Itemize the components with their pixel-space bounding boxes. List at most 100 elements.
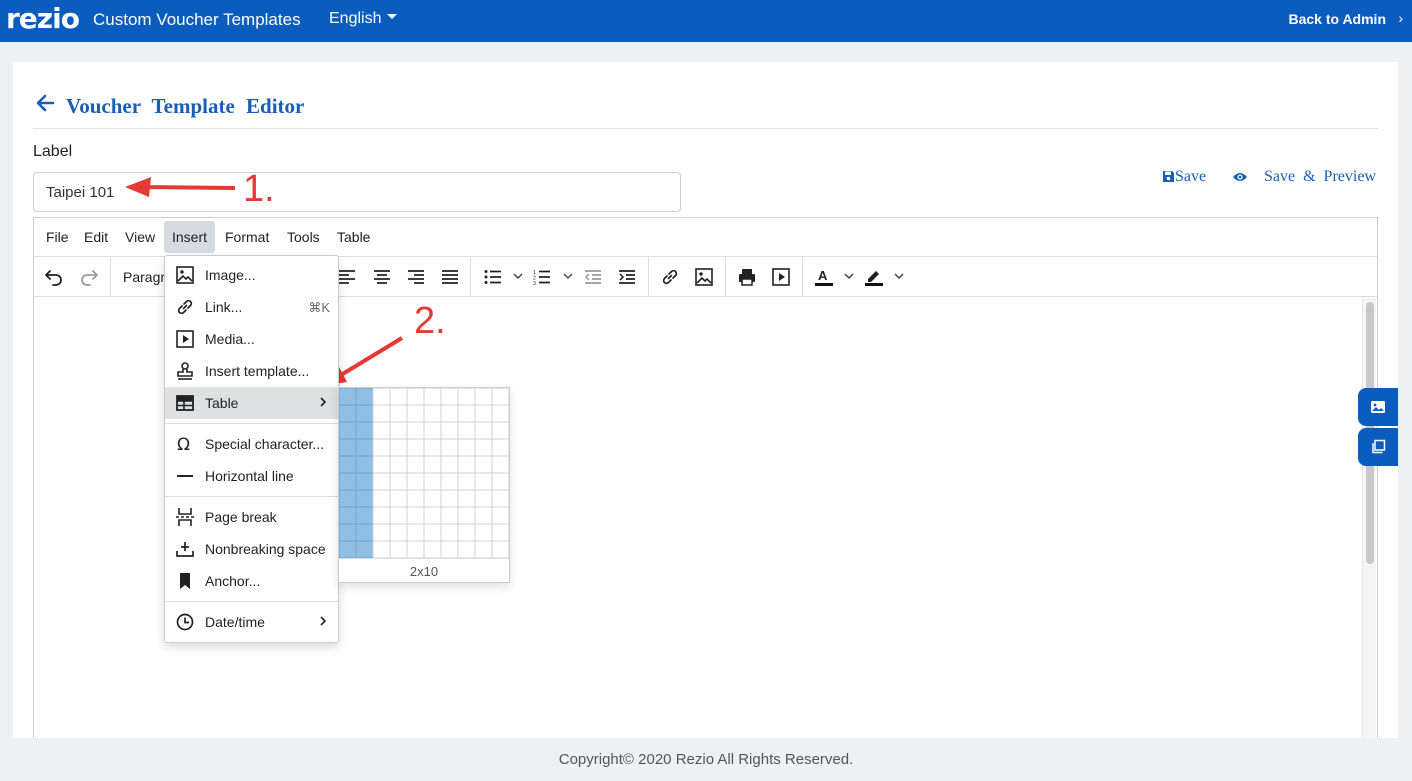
redo-icon[interactable]	[77, 265, 101, 289]
table-grid-cell[interactable]	[474, 404, 493, 423]
table-grid-cell[interactable]	[440, 421, 459, 440]
table-grid-cell[interactable]	[423, 421, 442, 440]
menu-insert[interactable]: Insert	[164, 221, 216, 253]
table-grid-cell[interactable]	[423, 506, 442, 525]
table-grid-cell[interactable]	[372, 438, 391, 457]
table-grid-cell[interactable]	[339, 404, 357, 423]
menu-file[interactable]: File	[38, 221, 77, 253]
print-icon[interactable]	[735, 265, 759, 289]
align-center-icon[interactable]	[370, 265, 394, 289]
table-grid-cell[interactable]	[339, 388, 357, 406]
menu-view[interactable]: View	[117, 221, 163, 253]
insert-table-item[interactable]: Table	[165, 387, 338, 419]
table-grid-cell[interactable]	[423, 455, 442, 474]
table-grid-cell[interactable]	[389, 455, 408, 474]
table-grid-cell[interactable]	[355, 455, 374, 474]
image-icon[interactable]	[692, 265, 716, 289]
table-size-picker[interactable]: 2x10	[338, 387, 510, 583]
table-grid-cell[interactable]	[491, 489, 509, 508]
table-grid-cell[interactable]	[440, 523, 459, 542]
table-grid-cell[interactable]	[372, 404, 391, 423]
table-grid-cell[interactable]	[474, 540, 493, 558]
menu-table[interactable]: Table	[329, 221, 378, 253]
menu-tools[interactable]: Tools	[279, 221, 328, 253]
table-grid-cell[interactable]	[355, 438, 374, 457]
image-panel-tab[interactable]	[1358, 388, 1398, 426]
table-grid-cell[interactable]	[423, 540, 442, 558]
table-grid-cell[interactable]	[389, 404, 408, 423]
table-grid-cell[interactable]	[406, 472, 425, 491]
table-grid-cell[interactable]	[372, 523, 391, 542]
back-to-admin-link[interactable]: Back to Admin ›	[1289, 10, 1404, 27]
table-grid-cell[interactable]	[457, 489, 476, 508]
table-grid-cell[interactable]	[355, 421, 374, 440]
table-grid-cell[interactable]	[423, 489, 442, 508]
save-preview-button[interactable]: Save & Preview	[1232, 168, 1376, 186]
insert-horizontal-line-item[interactable]: Horizontal line	[165, 460, 338, 492]
table-grid-cell[interactable]	[440, 540, 459, 558]
table-grid-cell[interactable]	[389, 540, 408, 558]
table-grid-cell[interactable]	[355, 404, 374, 423]
table-grid-cell[interactable]	[491, 438, 509, 457]
table-grid-cell[interactable]	[355, 506, 374, 525]
undo-icon[interactable]	[42, 265, 66, 289]
insert-nonbreaking-space-item[interactable]: Nonbreaking space	[165, 533, 338, 565]
rezio-logo[interactable]: rezio	[6, 2, 80, 35]
table-grid-cell[interactable]	[457, 540, 476, 558]
table-grid-cell[interactable]	[457, 523, 476, 542]
table-grid-cell[interactable]	[491, 455, 509, 474]
outdent-icon[interactable]	[581, 265, 605, 289]
table-grid-cell[interactable]	[389, 438, 408, 457]
chevron-down-icon[interactable]	[562, 270, 574, 282]
table-grid-cell[interactable]	[355, 540, 374, 558]
media-icon[interactable]	[769, 265, 793, 289]
table-grid-cell[interactable]	[440, 438, 459, 457]
table-grid-cell[interactable]	[457, 404, 476, 423]
table-grid-cell[interactable]	[457, 472, 476, 491]
table-grid-cell[interactable]	[406, 523, 425, 542]
menu-format[interactable]: Format	[217, 221, 277, 253]
label-input[interactable]	[33, 172, 681, 212]
align-justify-icon[interactable]	[438, 265, 462, 289]
table-grid-cell[interactable]	[339, 421, 357, 440]
table-grid-cell[interactable]	[339, 472, 357, 491]
bullet-list-icon[interactable]	[481, 265, 505, 289]
table-grid-cell[interactable]	[339, 523, 357, 542]
table-grid-cell[interactable]	[423, 523, 442, 542]
table-grid-cell[interactable]	[339, 438, 357, 457]
insert-datetime-item[interactable]: Date/time	[165, 606, 338, 638]
table-grid-cell[interactable]	[406, 540, 425, 558]
table-grid-cell[interactable]	[355, 472, 374, 491]
link-icon[interactable]	[658, 265, 682, 289]
table-grid-cell[interactable]	[355, 388, 374, 406]
table-grid-cell[interactable]	[457, 506, 476, 525]
table-grid-cell[interactable]	[389, 388, 408, 406]
table-grid-cell[interactable]	[491, 388, 509, 406]
table-grid-cell[interactable]	[423, 472, 442, 491]
insert-special-character-item[interactable]: Ω Special character...	[165, 428, 338, 460]
back-arrow-icon[interactable]	[34, 92, 56, 114]
insert-template-item[interactable]: Insert template...	[165, 355, 338, 387]
table-grid-cell[interactable]	[372, 489, 391, 508]
numbered-list-icon[interactable]: 123	[530, 265, 554, 289]
table-grid-cell[interactable]	[406, 455, 425, 474]
table-grid-cell[interactable]	[372, 421, 391, 440]
insert-media-item[interactable]: Media...	[165, 323, 338, 355]
table-grid-cell[interactable]	[440, 404, 459, 423]
table-grid-cell[interactable]	[389, 421, 408, 440]
chevron-down-icon[interactable]	[843, 270, 855, 282]
language-dropdown[interactable]: English	[329, 10, 398, 28]
table-grid-cell[interactable]	[423, 404, 442, 423]
table-grid-cell[interactable]	[474, 523, 493, 542]
insert-link-item[interactable]: Link... ⌘K	[165, 291, 338, 323]
table-grid-cell[interactable]	[440, 506, 459, 525]
table-grid-cell[interactable]	[406, 489, 425, 508]
table-grid-cell[interactable]	[474, 388, 493, 406]
table-grid-cell[interactable]	[440, 472, 459, 491]
table-grid-cell[interactable]	[474, 506, 493, 525]
table-grid-cell[interactable]	[491, 472, 509, 491]
table-grid-cell[interactable]	[339, 506, 357, 525]
table-grid-cell[interactable]	[491, 506, 509, 525]
chevron-down-icon[interactable]	[893, 270, 905, 282]
save-button[interactable]: Save	[1162, 168, 1206, 186]
